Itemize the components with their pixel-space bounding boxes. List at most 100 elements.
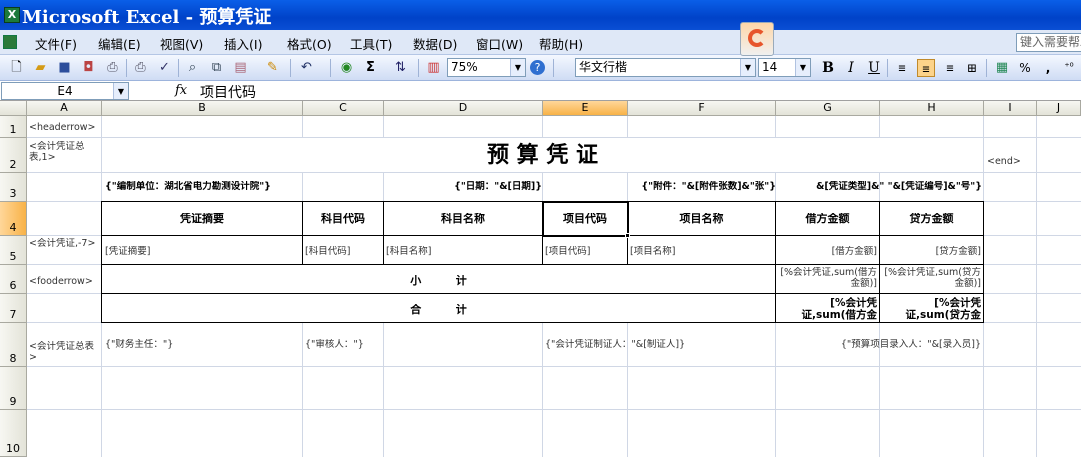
cell-a2[interactable]: <会计凭证总表,1> (29, 141, 101, 163)
column-header-c[interactable]: C (303, 101, 384, 116)
cell-h3[interactable]: &[凭证类型]&" "&[凭证编号]&"号"} (776, 181, 982, 192)
merge-center-icon[interactable]: ⊞ (963, 59, 981, 77)
align-left-icon[interactable]: ≡ (893, 59, 911, 77)
office-assistant-icon[interactable] (740, 22, 774, 56)
menu-tools[interactable]: 工具(T) (350, 34, 392, 53)
open-icon[interactable]: ▰ (32, 59, 49, 76)
cell-e3[interactable]: {"附件："&[附件张数]&"张"} (543, 181, 776, 192)
cell-e8[interactable]: {"会计凭证制证人："&[制证人]} (545, 339, 775, 350)
row-header-2[interactable]: 2 (0, 138, 27, 173)
row-header-6[interactable]: 6 (0, 265, 27, 294)
fill-handle[interactable] (625, 233, 630, 238)
chart-icon[interactable]: ▥ (425, 59, 442, 76)
sort-icon[interactable]: ⇅ (392, 59, 409, 76)
currency-icon[interactable]: ▦ (993, 59, 1011, 77)
chevron-down-icon[interactable]: ▼ (113, 83, 128, 99)
cell-b5[interactable]: [凭证摘要] (105, 246, 301, 257)
menu-view[interactable]: 视图(V) (160, 34, 203, 53)
cell-d3[interactable]: {"日期："&[日期]} (384, 181, 542, 192)
row-header-7[interactable]: 7 (0, 294, 27, 323)
subtotal-label[interactable]: 小 计 (102, 275, 775, 286)
header-account-code[interactable]: 科目代码 (303, 213, 383, 224)
chevron-down-icon[interactable]: ▼ (510, 59, 525, 76)
column-header-i[interactable]: I (984, 101, 1037, 116)
cell-i2[interactable]: <end> (987, 156, 1037, 167)
column-header-g[interactable]: G (776, 101, 880, 116)
row-header-5[interactable]: 5 (0, 236, 27, 265)
cell-c8[interactable]: {"审核人："} (305, 339, 382, 350)
sheet-title[interactable]: 预 算 凭 证 (102, 141, 983, 169)
bold-button[interactable]: B (819, 59, 837, 77)
cell-h7[interactable]: [%会计凭证,sum(贷方金 (882, 297, 981, 322)
cell-e5[interactable]: [项目代码] (545, 246, 626, 257)
new-icon[interactable]: 🗋 (8, 59, 25, 76)
menu-data[interactable]: 数据(D) (413, 34, 457, 53)
cell-c5[interactable]: [科目代码] (305, 246, 382, 257)
excel-icon[interactable]: X (4, 7, 20, 23)
copy-icon[interactable]: ⧉ (208, 59, 225, 76)
font-name-select[interactable]: 华文行楷 ▼ (575, 58, 756, 77)
font-size-select[interactable]: 14 ▼ (758, 58, 811, 77)
cell-a5[interactable]: <会计凭证,-7> (29, 238, 101, 249)
paste-icon[interactable]: ▤ (232, 59, 249, 76)
row-header-10[interactable]: 10 (0, 410, 27, 457)
workbook-icon[interactable] (3, 35, 17, 49)
autosum-icon[interactable]: Σ (362, 59, 379, 76)
header-project-name[interactable]: 项目名称 (628, 213, 775, 224)
row-header-1[interactable]: 1 (0, 116, 27, 138)
underline-button[interactable]: U (865, 59, 883, 77)
menu-format[interactable]: 格式(O) (287, 34, 332, 53)
cell-d5[interactable]: [科目名称] (386, 246, 541, 257)
select-all-corner[interactable] (0, 101, 27, 116)
chevron-down-icon[interactable]: ▼ (795, 59, 810, 76)
cell-h6[interactable]: [%会计凭证,sum(贷方金额)] (882, 267, 981, 289)
chevron-down-icon[interactable]: ▼ (740, 59, 755, 76)
name-box[interactable]: E4 ▼ (1, 82, 129, 100)
fx-icon[interactable]: fx (175, 83, 187, 98)
save-icon[interactable]: ■ (56, 59, 73, 76)
row-header-3[interactable]: 3 (0, 173, 27, 202)
menu-help[interactable]: 帮助(H) (539, 34, 583, 53)
menu-file[interactable]: 文件(F) (35, 34, 77, 53)
cell-a6[interactable]: <fooderrow> (29, 276, 101, 287)
cell-h5[interactable]: [贷方金额] (880, 246, 981, 257)
menu-window[interactable]: 窗口(W) (476, 34, 523, 53)
cell-b3[interactable]: {"编制单位：湖北省电力勘测设计院"} (105, 181, 383, 192)
menu-insert[interactable]: 插入(I) (224, 34, 262, 53)
hyperlink-icon[interactable]: ◉ (338, 59, 355, 76)
cell-g8[interactable]: {"预算项目录入人："&[录入员]} (776, 339, 981, 350)
header-debit[interactable]: 借方金额 (776, 213, 879, 224)
column-header-f[interactable]: F (628, 101, 776, 116)
row-header-9[interactable]: 9 (0, 367, 27, 410)
header-account-name[interactable]: 科目名称 (384, 213, 542, 224)
cell-g6[interactable]: [%会计凭证,sum(借方金额)] (778, 267, 877, 289)
help-icon[interactable]: ? (530, 60, 545, 75)
help-search-input[interactable]: 键入需要帮助 (1016, 33, 1081, 52)
cell-g5[interactable]: [借方金额] (776, 246, 877, 257)
column-header-b[interactable]: B (102, 101, 303, 116)
align-right-icon[interactable]: ≡ (941, 59, 959, 77)
cell-a1[interactable]: <headerrow> (29, 122, 101, 133)
selected-cell-e4[interactable] (542, 201, 629, 237)
zoom-select[interactable]: 75% ▼ (447, 58, 526, 77)
cell-b8[interactable]: {"财务主任："} (105, 339, 301, 350)
header-summary[interactable]: 凭证摘要 (102, 213, 302, 224)
spelling-icon[interactable]: ✓ (156, 59, 173, 76)
column-header-a[interactable]: A (27, 101, 102, 116)
column-header-h[interactable]: H (880, 101, 984, 116)
format-painter-icon[interactable]: ✎ (264, 59, 281, 76)
column-header-j[interactable]: J (1037, 101, 1081, 116)
increase-decimal-icon[interactable]: ⁺⁰ (1060, 59, 1078, 77)
column-header-e[interactable]: E (543, 101, 628, 116)
worksheet-grid[interactable]: A B C D E F G H I J 1 2 3 4 5 6 7 8 9 10 (0, 101, 1081, 457)
cell-f5[interactable]: [项目名称] (630, 246, 774, 257)
print-preview-icon[interactable]: ⎙ (132, 59, 149, 76)
row-header-4[interactable]: 4 (0, 202, 27, 236)
research-icon[interactable]: ⌕ (184, 59, 201, 76)
print-icon[interactable]: ⎙ (104, 59, 121, 76)
percent-button[interactable]: % (1016, 59, 1034, 77)
permission-icon[interactable]: ◘ (80, 59, 97, 76)
column-header-d[interactable]: D (384, 101, 543, 116)
align-center-icon[interactable]: ≡ (917, 59, 935, 77)
italic-button[interactable]: I (842, 59, 860, 77)
